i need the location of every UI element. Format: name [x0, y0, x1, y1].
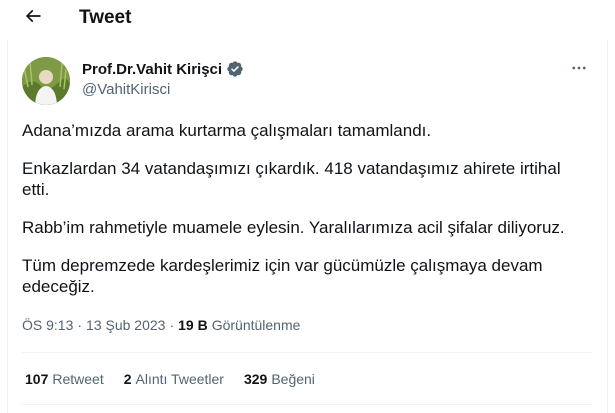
- quotes-stat[interactable]: 2 Alıntı Tweetler: [124, 371, 224, 387]
- tweet-paragraph: Adana’mızda arama kurtarma çalışmaları t…: [22, 121, 432, 140]
- arrow-left-icon: [23, 6, 43, 31]
- tweet-time[interactable]: ÖS 9:13: [22, 317, 73, 333]
- more-dots-icon: [570, 59, 588, 82]
- quotes-count: 2: [123, 371, 132, 387]
- likes-stat[interactable]: 329 Beğeni: [244, 371, 315, 387]
- retweets-count: 107: [25, 371, 49, 387]
- retweets-label: Retweet: [52, 371, 104, 387]
- divider: [22, 352, 592, 353]
- tweet-paragraph: Tüm depremzede kardeşlerimiz için var gü…: [22, 256, 543, 296]
- tweet-header: Tweet: [0, 0, 615, 38]
- likes-count: 329: [243, 371, 268, 387]
- avatar[interactable]: [22, 57, 70, 105]
- separator-dot: ·: [169, 317, 175, 333]
- page-title: Tweet: [79, 7, 132, 28]
- retweets-stat[interactable]: 107 Retweet: [25, 371, 104, 387]
- separator-dot: ·: [77, 317, 83, 333]
- author-handle[interactable]: @VahitKirisci: [82, 81, 170, 98]
- tweet-date[interactable]: 13 Şub 2023: [86, 317, 165, 333]
- tweet-paragraph: Enkazlardan 34 vatandaşımızı çıkardık. 4…: [22, 159, 561, 199]
- likes-label: Beğeni: [271, 371, 315, 387]
- verified-badge-icon: [226, 60, 244, 78]
- views-label: Görüntülenme: [211, 317, 301, 333]
- tweet-paragraph: Rabb’im rahmetiyle muamele eylesin. Yara…: [22, 218, 565, 237]
- more-options-button[interactable]: [567, 58, 591, 82]
- views-count: 19 B: [178, 317, 208, 333]
- author-name-row: Prof.Dr.Vahit Kirişci: [82, 60, 244, 78]
- tweet-meta: ÖS 9:13 · 13 Şub 2023 · 19 B Görüntülenm…: [22, 317, 300, 333]
- tweet-text: Adana’mızda arama kurtarma çalışmaları t…: [22, 120, 592, 297]
- back-button[interactable]: [16, 3, 50, 33]
- divider: [22, 404, 592, 405]
- author-display-name[interactable]: Prof.Dr.Vahit Kirişci: [82, 61, 222, 78]
- engagement-stats: 107 Retweet 2 Alıntı Tweetler 329 Beğeni: [25, 371, 315, 387]
- quotes-label: Alıntı Tweetler: [135, 371, 224, 387]
